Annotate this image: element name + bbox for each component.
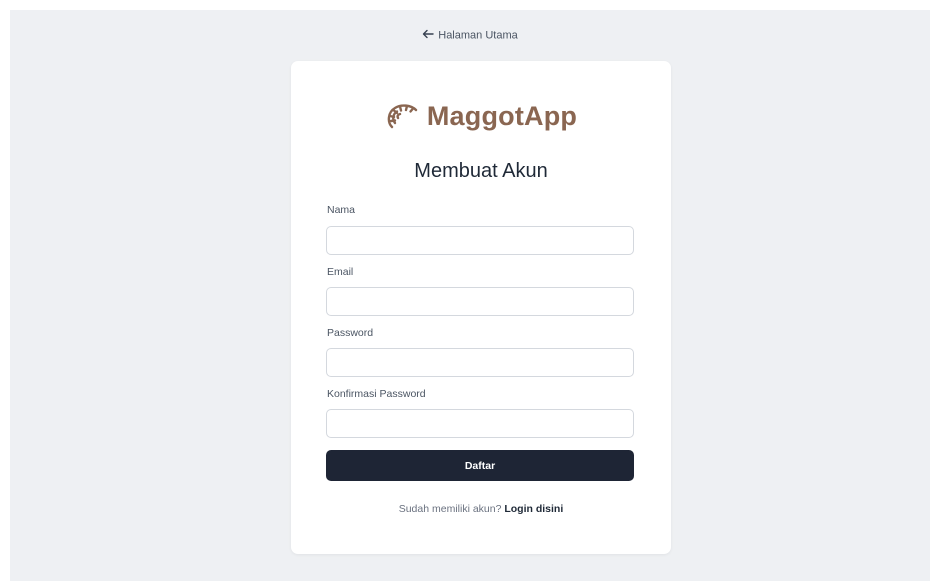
brand-header: MaggotApp: [291, 101, 671, 137]
email-label: Email: [327, 266, 354, 278]
back-home-link[interactable]: Halaman Utama: [10, 29, 930, 42]
back-home-label: Halaman Utama: [438, 29, 518, 42]
password-label: Password: [327, 327, 374, 339]
arrow-left-icon: [422, 29, 434, 42]
register-button[interactable]: Daftar: [326, 450, 634, 481]
name-label: Nama: [327, 204, 356, 216]
name-input[interactable]: [326, 226, 634, 255]
brand-name: MaggotApp: [426, 101, 578, 131]
maggot-logo-icon: [385, 102, 421, 132]
page-background: Halaman Utama MaggotApp Membuat Akun Nam…: [10, 10, 930, 581]
email-input[interactable]: [326, 287, 634, 316]
login-link[interactable]: Login disini: [504, 503, 563, 515]
page-title: Membuat Akun: [414, 160, 548, 182]
login-prompt: Sudah memiliki akun? Login disini: [291, 503, 671, 515]
confirm-password-input[interactable]: [326, 409, 634, 438]
password-input[interactable]: [326, 348, 634, 377]
register-card: MaggotApp Membuat Akun Nama Email Passwo…: [291, 61, 671, 554]
confirm-password-label: Konfirmasi Password: [327, 388, 426, 400]
login-prompt-text: Sudah memiliki akun?: [398, 503, 502, 515]
